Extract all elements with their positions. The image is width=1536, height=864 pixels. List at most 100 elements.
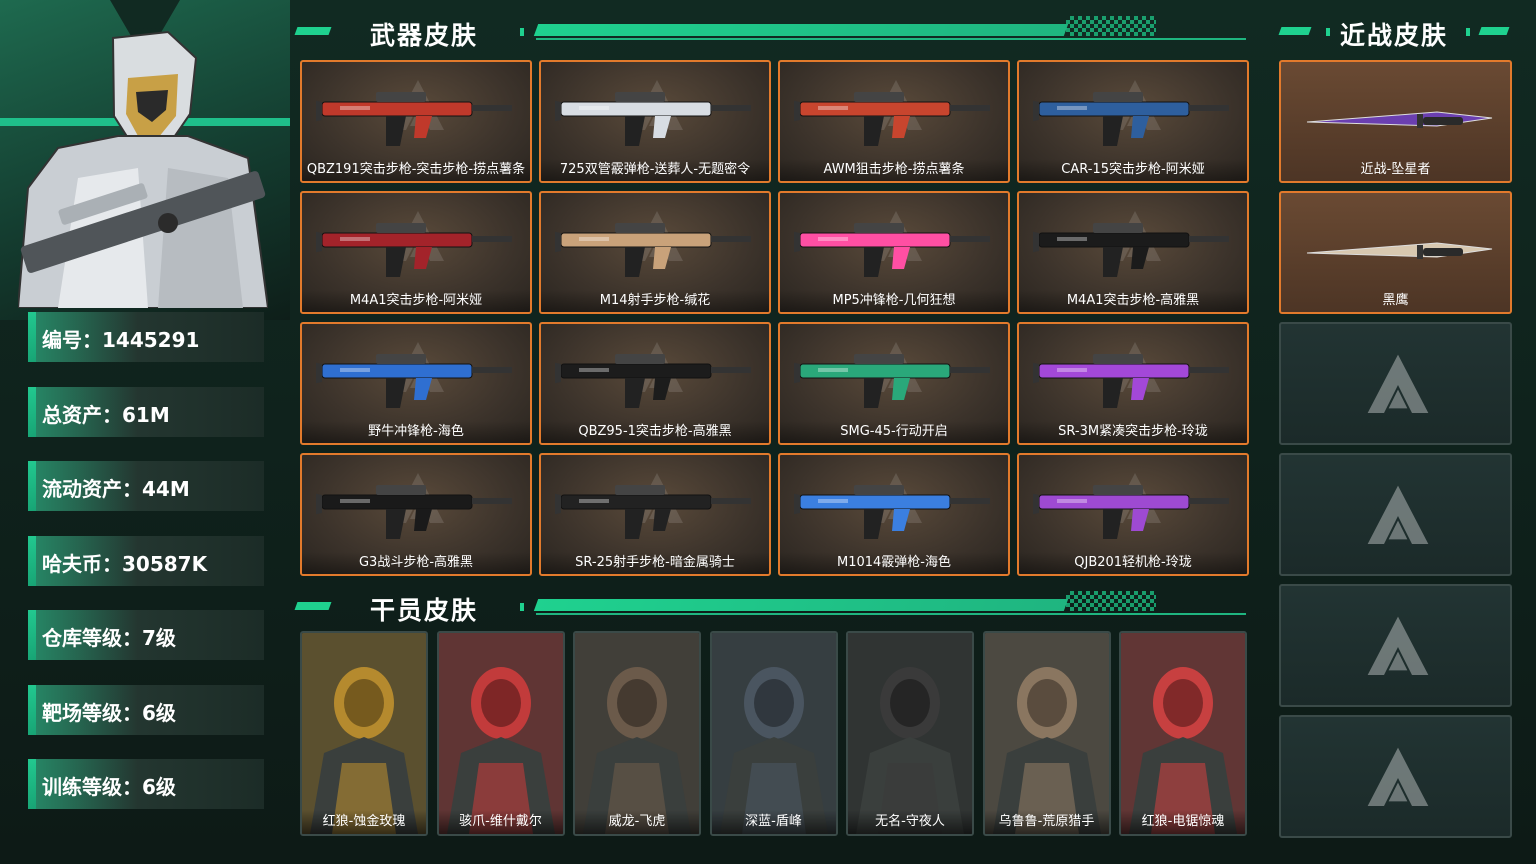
operator-portrait xyxy=(848,633,972,834)
weapon-skin-name: SMG-45-行动开启 xyxy=(780,421,1008,443)
weapon-skin-name: G3战斗步枪-高雅黑 xyxy=(302,552,530,574)
operator-skin-card[interactable]: 无名-守夜人 xyxy=(846,631,974,836)
stat-liquid-assets-text: 流动资产：44M xyxy=(42,477,190,501)
weapon-skin-card[interactable]: SR-25射手步枪-暗金属骑士 xyxy=(539,453,771,576)
operator-skin-name: 红狼-蚀金玫瑰 xyxy=(302,810,426,834)
header-tick xyxy=(520,603,524,611)
weapon-skin-card[interactable]: CAR-15突击步枪-阿米娅 xyxy=(1017,60,1249,183)
weapon-image xyxy=(790,334,994,414)
weapon-skin-name: CAR-15突击步枪-阿米娅 xyxy=(1019,159,1247,181)
header-tick xyxy=(520,28,524,36)
stat-range-level: 靶场等级：6级 xyxy=(28,684,264,735)
operator-skin-card[interactable]: 红狼-电锯惊魂 xyxy=(1119,631,1247,836)
empty-melee-slot xyxy=(1279,715,1512,838)
weapon-skin-card[interactable]: M4A1突击步枪-高雅黑 xyxy=(1017,191,1249,314)
operator-skin-name: 无名-守夜人 xyxy=(848,810,972,834)
weapon-skin-name: SR-3M紧凑突击步枪-玲珑 xyxy=(1019,421,1247,443)
weapon-skin-card[interactable]: SR-3M紧凑突击步枪-玲珑 xyxy=(1017,322,1249,445)
weapon-skin-name: SR-25射手步枪-暗金属骑士 xyxy=(541,552,769,574)
weapon-skin-name: QJB201轻机枪-玲珑 xyxy=(1019,552,1247,574)
empty-melee-slot xyxy=(1279,322,1512,445)
watermark-logo-icon xyxy=(1363,350,1433,420)
weapon-skin-name: MP5冲锋枪-几何狂想 xyxy=(780,290,1008,312)
operator-portrait xyxy=(1121,633,1245,834)
weapon-skin-name: M4A1突击步枪-阿米娅 xyxy=(302,290,530,312)
stat-liquid-assets: 流动资产：44M xyxy=(28,461,264,511)
melee-section-title: 近战皮肤 xyxy=(1340,21,1449,50)
weapon-image xyxy=(790,72,994,152)
header-accent-left xyxy=(294,27,332,35)
operator-skin-name: 红狼-电锯惊魂 xyxy=(1121,810,1245,834)
weapon-skin-card[interactable]: M14射手步枪-缄花 xyxy=(539,191,771,314)
stat-id-text: 编号：1445291 xyxy=(42,328,200,352)
weapon-skin-card[interactable]: MP5冲锋枪-几何狂想 xyxy=(778,191,1010,314)
weapon-skin-name: 725双管霰弹枪-送葬人-无题密令 xyxy=(541,159,769,181)
weapon-image xyxy=(551,203,755,283)
operator-skin-card[interactable]: 威龙-飞虎 xyxy=(573,631,701,836)
operator-skin-name: 骇爪-维什戴尔 xyxy=(438,810,563,834)
header-thin-line xyxy=(536,613,1246,615)
stat-id: 编号：1445291 xyxy=(28,312,264,362)
header-tick xyxy=(1466,28,1470,36)
melee-skin-card[interactable]: 黑鹰 xyxy=(1279,191,1512,314)
player-stats-list: 编号：1445291 总资产：61M 流动资产：44M 哈夫币：30587K 仓… xyxy=(28,312,264,834)
weapon-skin-card[interactable]: QBZ95-1突击步枪-高雅黑 xyxy=(539,322,771,445)
operator-skin-name: 威龙-飞虎 xyxy=(575,810,699,834)
header-thin-line xyxy=(536,38,1246,40)
weapon-skin-card[interactable]: M4A1突击步枪-阿米娅 xyxy=(300,191,532,314)
operator-skin-card[interactable]: 红狼-蚀金玫瑰 xyxy=(300,631,428,836)
operator-portrait xyxy=(438,633,563,834)
weapon-skin-name: M1014霰弹枪-海色 xyxy=(780,552,1008,574)
weapon-section-title: 武器皮肤 xyxy=(370,21,479,50)
watermark-logo-icon xyxy=(1363,481,1433,551)
weapon-image xyxy=(551,334,755,414)
operator-portrait xyxy=(984,633,1109,834)
melee-section-header: 近战皮肤 xyxy=(1278,16,1512,50)
stat-training-level: 训练等级：6级 xyxy=(28,759,264,809)
header-checker xyxy=(1066,16,1156,36)
weapon-skin-name: M4A1突击步枪-高雅黑 xyxy=(1019,290,1247,312)
weapon-image xyxy=(551,72,755,152)
operator-portrait xyxy=(302,633,426,834)
operator-skin-card[interactable]: 乌鲁鲁-荒原猎手 xyxy=(982,631,1111,836)
operator-skin-card[interactable]: 深蓝-盾峰 xyxy=(709,631,838,836)
operator-skin-card[interactable]: 骇爪-维什戴尔 xyxy=(436,631,565,836)
weapon-image xyxy=(312,334,516,414)
weapon-skin-card[interactable]: SMG-45-行动开启 xyxy=(778,322,1010,445)
melee-image xyxy=(1306,111,1493,128)
operator-section-header: 干员皮肤 xyxy=(294,591,1246,625)
weapon-image xyxy=(1029,334,1233,414)
weapon-skin-card[interactable]: AWM狙击步枪-捞点薯条 xyxy=(778,60,1010,183)
operator-section-title: 干员皮肤 xyxy=(370,596,479,625)
header-accent-right xyxy=(1478,27,1510,35)
operator-avatar xyxy=(18,30,268,308)
weapon-image xyxy=(312,203,516,283)
stat-total-assets-text: 总资产：61M xyxy=(42,402,170,427)
stat-range-level-text: 靶场等级：6级 xyxy=(42,700,176,725)
weapon-skin-card[interactable]: 野牛冲锋枪-海色 xyxy=(300,322,532,445)
melee-image xyxy=(1306,242,1493,259)
melee-skin-name: 近战-坠星者 xyxy=(1360,162,1431,177)
weapon-image xyxy=(312,465,516,545)
weapon-skin-card[interactable]: G3战斗步枪-高雅黑 xyxy=(300,453,532,576)
operator-portrait xyxy=(575,633,699,834)
operator-skin-name: 乌鲁鲁-荒原猎手 xyxy=(984,810,1109,834)
watermark-logo-icon xyxy=(1363,612,1433,682)
weapon-skin-card[interactable]: QJB201轻机枪-玲珑 xyxy=(1017,453,1249,576)
weapon-section-header: 武器皮肤 xyxy=(294,16,1246,50)
weapon-skin-card[interactable]: 725双管霰弹枪-送葬人-无题密令 xyxy=(539,60,771,183)
weapon-image xyxy=(790,465,994,545)
header-checker xyxy=(1066,591,1156,611)
weapon-skin-name: QBZ95-1突击步枪-高雅黑 xyxy=(541,421,769,443)
empty-melee-slot xyxy=(1279,584,1512,707)
melee-skin-name: 黑鹰 xyxy=(1382,293,1409,308)
profile-screen: 编号：1445291 总资产：61M 流动资产：44M 哈夫币：30587K 仓… xyxy=(0,0,1536,864)
header-accent-left xyxy=(294,602,332,610)
weapon-skin-card[interactable]: M1014霰弹枪-海色 xyxy=(778,453,1010,576)
weapon-skin-name: QBZ191突击步枪-突击步枪-捞点薯条 xyxy=(302,159,530,181)
melee-skin-card[interactable]: 近战-坠星者 xyxy=(1279,60,1512,183)
weapon-skin-name: AWM狙击步枪-捞点薯条 xyxy=(780,159,1008,181)
weapon-image xyxy=(1029,203,1233,283)
weapon-skin-name: 野牛冲锋枪-海色 xyxy=(302,421,530,443)
weapon-skin-card[interactable]: QBZ191突击步枪-突击步枪-捞点薯条 xyxy=(300,60,532,183)
